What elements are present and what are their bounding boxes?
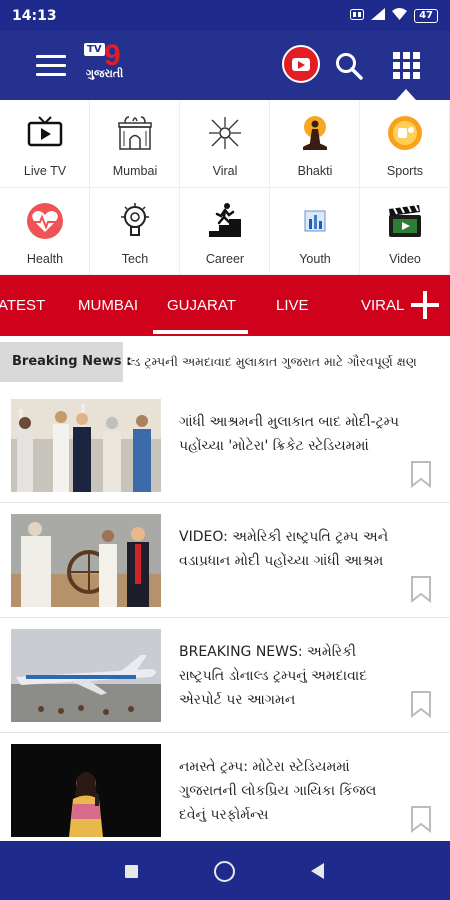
category-viral[interactable]: Viral bbox=[180, 100, 270, 188]
search-icon[interactable] bbox=[334, 51, 364, 81]
category-sports[interactable]: Sports bbox=[360, 100, 450, 188]
category-label: Bhakti bbox=[297, 164, 333, 178]
tab-latest[interactable]: ATEST bbox=[0, 297, 45, 314]
home-button-icon[interactable] bbox=[214, 861, 235, 882]
news-thumbnail bbox=[11, 399, 161, 492]
news-thumbnail bbox=[11, 629, 161, 722]
category-label: Viral bbox=[212, 164, 238, 178]
category-live-tv[interactable]: Live TV bbox=[0, 100, 90, 188]
bookmark-icon[interactable] bbox=[410, 805, 432, 833]
sports-icon bbox=[388, 116, 422, 150]
youtube-icon[interactable] bbox=[282, 45, 320, 83]
tab-gujarat[interactable]: GUJARAT bbox=[167, 297, 236, 314]
category-label: Live TV bbox=[23, 164, 67, 178]
viral-icon bbox=[209, 117, 241, 149]
bookmark-icon[interactable] bbox=[410, 690, 432, 718]
news-item[interactable]: નમસ્તે ટ્રમ્પ: મોટેરા સ્ટેડિયમમાં ગુજરાત… bbox=[0, 733, 450, 848]
youth-icon bbox=[304, 210, 326, 232]
category-label: Career bbox=[205, 252, 245, 266]
bhakti-icon bbox=[303, 116, 327, 150]
menu-icon[interactable] bbox=[36, 55, 66, 77]
news-headline[interactable]: ગાંધી આશ્રમની મુલાકાત બાદ મોદી-ટ્રમ્પ પહ… bbox=[179, 410, 399, 458]
battery-icon: 47 bbox=[414, 8, 438, 23]
live-tv-icon bbox=[27, 116, 63, 147]
news-item[interactable]: VIDEO: અમેરિકી રાષ્ટ્રપતિ ટ્રમ્પ અને વડા… bbox=[0, 503, 450, 618]
category-tech[interactable]: Tech bbox=[90, 188, 180, 275]
signal-icon bbox=[371, 8, 386, 23]
category-label: Video bbox=[389, 252, 421, 266]
tab-viral[interactable]: VIRAL bbox=[361, 297, 404, 314]
category-video[interactable]: Video bbox=[360, 188, 450, 275]
news-headline[interactable]: BREAKING NEWS: અમેરિકી રાષ્ટ્રપતિ ડોનાલ્… bbox=[179, 640, 399, 712]
tab-mumbai[interactable]: MUMBAI bbox=[78, 297, 138, 314]
category-label: Sports bbox=[386, 164, 424, 178]
category-label: Health bbox=[26, 252, 64, 266]
news-headline[interactable]: VIDEO: અમેરિકી રાષ્ટ્રપતિ ટ્રમ્પ અને વડા… bbox=[179, 525, 399, 573]
apps-grid-icon[interactable] bbox=[393, 52, 420, 79]
tv9-logo[interactable]: TV 9 ગુજરાતી bbox=[84, 39, 134, 85]
news-headline[interactable]: નમસ્તે ટ્રમ્પ: મોટેરા સ્ટેડિયમમાં ગુજરાત… bbox=[179, 755, 399, 827]
status-bar: 14:13 47 bbox=[0, 0, 450, 31]
tab-live[interactable]: LIVE bbox=[276, 297, 309, 314]
breaking-news-ticker[interactable]: Breaking News : લ્ડ ટ્રમ્પની અમદાવાદ મુલ… bbox=[0, 336, 450, 388]
recents-button-icon[interactable] bbox=[125, 865, 138, 878]
news-thumbnail bbox=[11, 744, 161, 837]
news-thumbnail bbox=[11, 514, 161, 607]
sim-icon bbox=[350, 8, 365, 23]
category-label: Tech bbox=[121, 252, 149, 266]
category-grid: Live TV Mumbai Viral Bhakti Sports Healt… bbox=[0, 100, 450, 275]
category-youth[interactable]: Youth bbox=[270, 188, 360, 275]
news-item[interactable]: BREAKING NEWS: અમેરિકી રાષ્ટ્રપતિ ડોનાલ્… bbox=[0, 618, 450, 733]
bookmark-icon[interactable] bbox=[410, 575, 432, 603]
add-tab-icon[interactable] bbox=[411, 291, 439, 319]
active-tab-indicator bbox=[153, 330, 248, 334]
back-button-icon[interactable] bbox=[311, 863, 324, 879]
logo-sub-text: ગુજરાતી bbox=[86, 67, 124, 80]
category-label: Youth bbox=[299, 252, 331, 266]
menu-pointer-caret bbox=[396, 89, 416, 100]
breaking-news-text[interactable]: લ્ડ ટ્રમ્પની અમદાવાદ મુલાકાત ગુજરાત માટે… bbox=[127, 354, 417, 370]
news-item[interactable]: ગાંધી આશ્રમની મુલાકાત બાદ મોદી-ટ્રમ્પ પહ… bbox=[0, 388, 450, 503]
category-label: Mumbai bbox=[112, 164, 158, 178]
mumbai-gateway-icon bbox=[118, 116, 152, 150]
section-tab-bar: ATEST MUMBAI GUJARAT LIVE VIRAL bbox=[0, 275, 450, 336]
category-health[interactable]: Health bbox=[0, 188, 90, 275]
category-bhakti[interactable]: Bhakti bbox=[270, 100, 360, 188]
wifi-icon bbox=[392, 8, 408, 23]
bookmark-icon[interactable] bbox=[410, 460, 432, 488]
career-icon bbox=[209, 203, 241, 237]
health-icon bbox=[27, 203, 63, 239]
logo-tv-text: TV bbox=[84, 43, 105, 56]
breaking-news-label: Breaking News : bbox=[0, 342, 131, 382]
system-navigation-bar bbox=[0, 841, 450, 900]
status-time: 14:13 bbox=[12, 7, 57, 24]
category-career[interactable]: Career bbox=[180, 188, 270, 275]
app-bar: TV 9 ગુજરાતી bbox=[0, 31, 450, 100]
video-icon bbox=[389, 204, 421, 237]
tech-icon bbox=[121, 203, 149, 236]
category-mumbai[interactable]: Mumbai bbox=[90, 100, 180, 188]
